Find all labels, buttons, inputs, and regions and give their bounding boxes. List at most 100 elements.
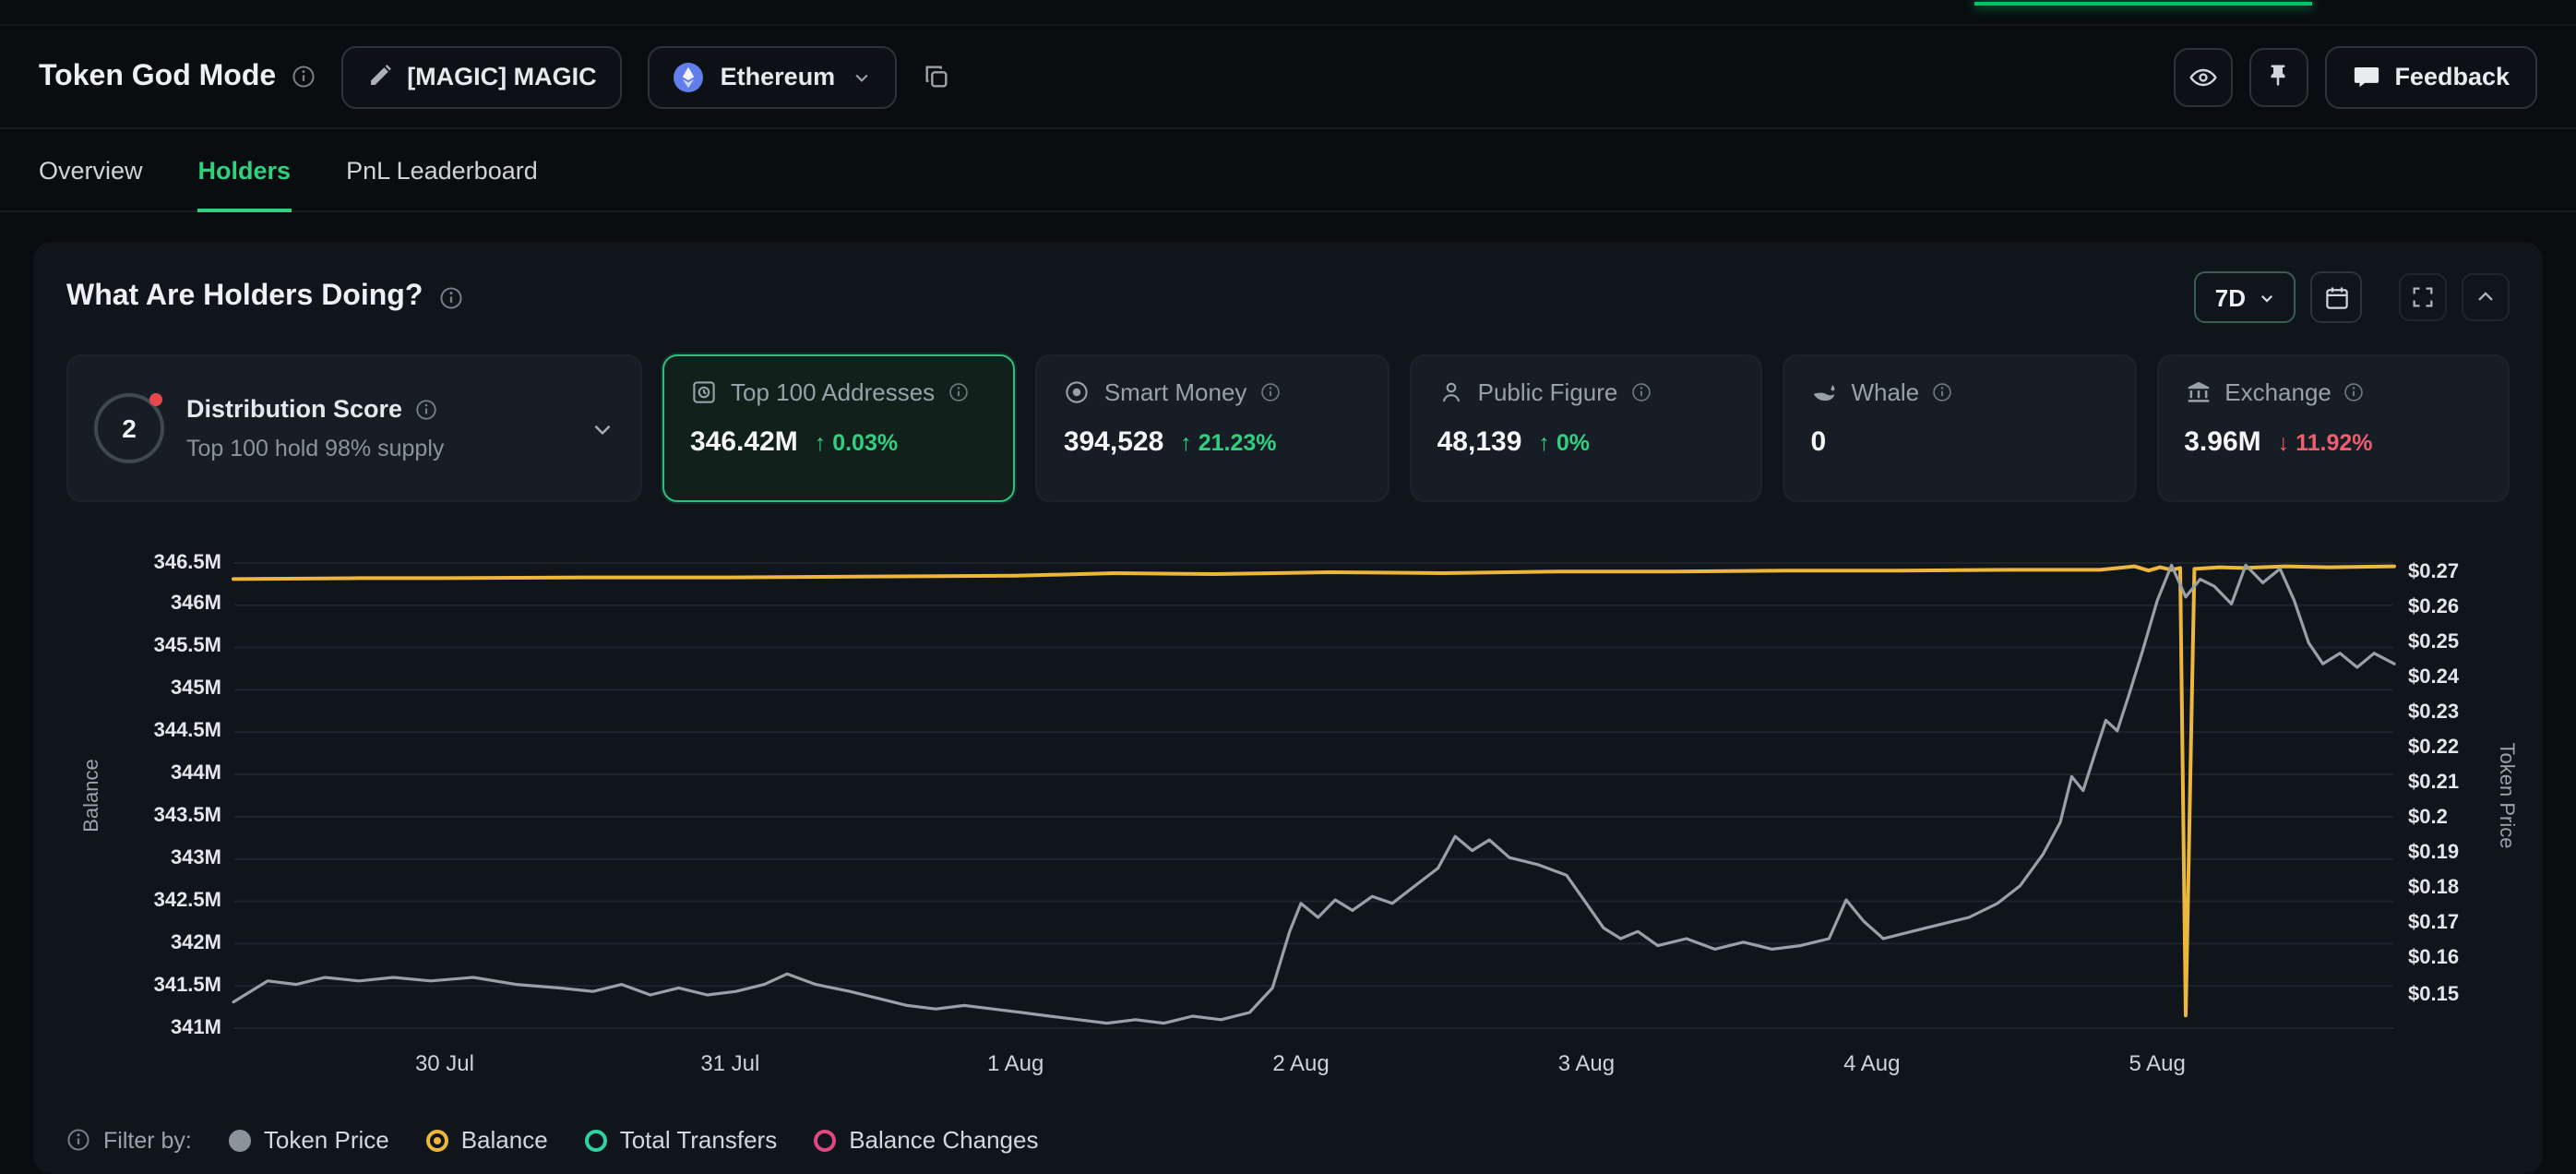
info-icon[interactable] <box>439 285 463 309</box>
filter-option-balance-changes[interactable]: Balance Changes <box>814 1126 1038 1154</box>
left-axis-tick: 345M <box>66 676 221 703</box>
coin-icon <box>1064 378 1091 406</box>
tab-pnl-leaderboard[interactable]: PnL Leaderboard <box>346 129 538 210</box>
stat-card-top-100-addresses[interactable]: Top 100 Addresses 346.42M ↑ 0.03% <box>662 354 1016 502</box>
x-axis-tick: 1 Aug <box>987 1050 1044 1076</box>
chain-selector-label: Ethereum <box>721 63 836 90</box>
stat-card-smart-money[interactable]: Smart Money 394,528 ↑ 21.23% <box>1036 354 1389 502</box>
whale-icon <box>1810 378 1838 406</box>
left-axis-tick: 344M <box>66 761 221 788</box>
panel-controls: 7D <box>2195 271 2510 323</box>
right-axis-tick: $0.24 <box>2408 665 2459 692</box>
info-icon[interactable] <box>948 382 968 402</box>
stat-card-value: 0 <box>1810 426 1826 458</box>
stat-card-label: Public Figure <box>1478 378 1618 406</box>
filter-by-label: Filter by: <box>103 1127 192 1153</box>
stat-card-label: Top 100 Addresses <box>731 378 935 406</box>
loading-bar <box>1974 2 2312 6</box>
info-icon[interactable] <box>1259 382 1280 402</box>
calendar-icon <box>2322 283 2350 311</box>
chevron-down-icon <box>852 67 870 86</box>
info-icon[interactable] <box>2344 382 2365 402</box>
tab-overview[interactable]: Overview <box>39 129 143 210</box>
stat-card-change: ↑ 0.03% <box>815 430 898 456</box>
filter-label-group: Filter by: <box>66 1127 192 1153</box>
right-axis-tick: $0.26 <box>2408 593 2459 621</box>
tab-overview-label: Overview <box>39 156 143 184</box>
tab-holders[interactable]: Holders <box>198 129 292 210</box>
eye-icon <box>2188 62 2217 91</box>
distribution-score-card[interactable]: 2 Distribution Score Top 100 hold 98% su… <box>66 354 642 502</box>
token-selector[interactable]: [MAGIC] MAGIC <box>340 45 622 108</box>
timeframe-selector[interactable]: 7D <box>2195 271 2296 323</box>
filter-option-label: Total Transfers <box>620 1126 778 1154</box>
filter-radio-icon <box>426 1129 448 1151</box>
distribution-score-text: Distribution Score Top 100 hold 98% supp… <box>186 395 444 461</box>
x-axis-tick: 3 Aug <box>1558 1050 1615 1076</box>
stat-card-label: Smart Money <box>1104 378 1247 406</box>
stat-card-change: ↑ 0% <box>1538 430 1590 456</box>
pin-button[interactable] <box>2248 47 2308 106</box>
ethereum-icon <box>674 62 704 91</box>
stat-card-change: ↓ 11.92% <box>2278 430 2373 456</box>
stat-card-label: Exchange <box>2224 378 2332 406</box>
stat-card-value: 48,139 <box>1437 426 1522 458</box>
tab-bar: Overview Holders PnL Leaderboard <box>0 129 2576 212</box>
filter-radio-icon <box>229 1129 251 1151</box>
stat-card-exchange[interactable]: Exchange 3.96M ↓ 11.92% <box>2156 354 2510 502</box>
chain-selector[interactable]: Ethereum <box>649 45 897 108</box>
alert-dot <box>149 393 162 406</box>
pin-icon <box>2264 63 2292 90</box>
filter-option-total-transfers[interactable]: Total Transfers <box>585 1126 778 1154</box>
right-axis-tick: $0.21 <box>2408 770 2459 797</box>
stat-card-row: 2 Distribution Score Top 100 hold 98% su… <box>66 354 2510 502</box>
feedback-label: Feedback <box>2394 63 2510 90</box>
expand-button[interactable] <box>2399 273 2447 321</box>
info-icon[interactable] <box>291 65 315 89</box>
calendar-button[interactable] <box>2310 271 2362 323</box>
left-axis-tick: 343.5M <box>66 803 221 831</box>
stat-card-whale[interactable]: Whale 0 <box>1783 354 2136 502</box>
timeframe-label: 7D <box>2215 283 2246 311</box>
right-axis-tick: $0.18 <box>2408 876 2459 904</box>
filter-radio-icon <box>585 1129 607 1151</box>
chart-plot <box>234 528 2393 1041</box>
right-axis-tick: $0.2 <box>2408 805 2448 833</box>
info-icon[interactable] <box>1630 382 1651 402</box>
right-axis-tick: $0.23 <box>2408 700 2459 727</box>
filter-option-balance[interactable]: Balance <box>426 1126 548 1154</box>
chevron-down-icon[interactable] <box>590 416 614 440</box>
page-title: Token God Mode <box>39 60 315 93</box>
right-axis-tick: $0.15 <box>2408 981 2459 1009</box>
filter-option-token-price[interactable]: Token Price <box>229 1126 389 1154</box>
info-icon[interactable] <box>1932 382 1952 402</box>
left-axis: 346.5M346M345.5M345M344.5M344M343.5M343M… <box>66 528 221 1041</box>
app-header: Token God Mode [MAGIC] MAGIC Ethereum <box>0 26 2576 129</box>
copy-icon[interactable] <box>922 63 949 90</box>
fullscreen-icon <box>2410 284 2436 310</box>
stat-card-public-figure[interactable]: Public Figure 48,139 ↑ 0% <box>1410 354 1763 502</box>
stat-card-label: Whale <box>1851 378 1919 406</box>
vault-icon <box>690 378 718 406</box>
stat-card-change: ↑ 21.23% <box>1180 430 1276 456</box>
page-title-text: Token God Mode <box>39 60 276 93</box>
watch-button[interactable] <box>2173 47 2232 106</box>
left-axis-tick: 342M <box>66 929 221 957</box>
left-axis-tick: 341M <box>66 1014 221 1042</box>
x-axis-tick: 2 Aug <box>1272 1050 1329 1076</box>
right-axis-tick: $0.16 <box>2408 946 2459 974</box>
bank-icon <box>2184 378 2212 406</box>
filter-option-label: Balance <box>461 1126 548 1154</box>
person-icon <box>1437 378 1465 406</box>
panel-header: What Are Holders Doing? 7D <box>66 271 2510 323</box>
header-actions: Feedback <box>2173 45 2537 108</box>
chat-bubble-icon <box>2352 63 2379 90</box>
info-icon[interactable] <box>415 398 437 420</box>
filter-options: Token Price Balance Total Transfers Balance… <box>229 1126 1039 1154</box>
info-icon[interactable] <box>66 1128 90 1152</box>
collapse-button[interactable] <box>2462 273 2510 321</box>
filter-radio-icon <box>814 1129 836 1151</box>
left-axis-tick: 343M <box>66 845 221 873</box>
feedback-button[interactable]: Feedback <box>2324 45 2537 108</box>
right-axis-tick: $0.22 <box>2408 735 2459 762</box>
